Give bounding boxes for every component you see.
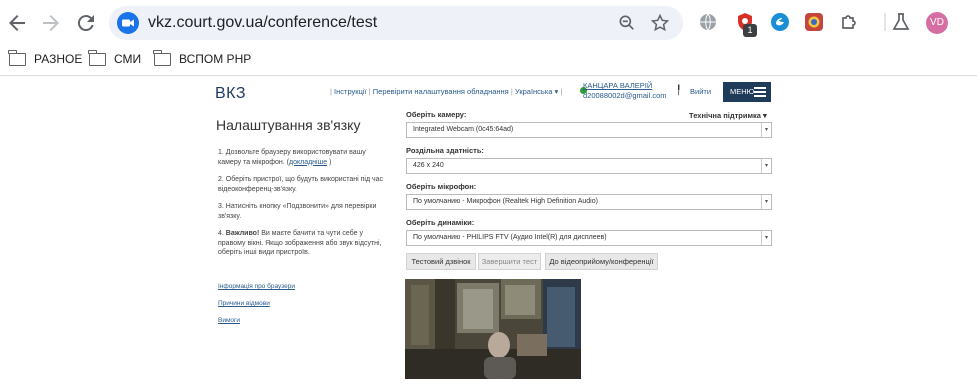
dropdown-caret-icon: ▾ <box>552 87 559 96</box>
lab-flask-icon[interactable] <box>891 12 911 32</box>
browser-info-link[interactable]: Інформація про браузери <box>218 283 295 290</box>
url-text[interactable]: vkz.court.gov.ua/conference/test <box>148 14 377 32</box>
globe-extension-icon[interactable] <box>698 12 718 32</box>
list-item: 3. Натисніть кнопку «Подзвонити» для пер… <box>218 203 377 220</box>
puzzle-extensions-icon[interactable] <box>839 12 859 32</box>
microphone-label: Оберіть мікрофон: <box>406 182 477 191</box>
menu-button[interactable]: МЕНЮ <box>723 82 771 102</box>
folder-icon <box>153 49 171 66</box>
chevron-down-icon: ▾ <box>761 123 771 137</box>
back-arrow-icon[interactable] <box>5 11 29 35</box>
logout-link[interactable]: Вийти <box>690 87 711 96</box>
bookmarks-bar: РАЗНОЕ СМИ ВСПОМ PHP <box>0 46 977 76</box>
chevron-down-icon: ▾ <box>761 195 771 209</box>
resolution-select[interactable]: 426 x 240 ▾ <box>406 158 772 174</box>
screen-recorder-icon[interactable] <box>804 12 824 32</box>
blue-extension-icon[interactable] <box>770 12 790 32</box>
refusal-reasons-link[interactable]: Причини відмови <box>218 300 270 307</box>
webcam-preview <box>405 279 581 379</box>
speakers-label: Оберіть динаміки: <box>406 218 475 227</box>
details-link[interactable]: докладніше <box>289 159 327 166</box>
bookmark-label: ВСПОМ PHP <box>179 52 252 66</box>
instruction-list: 1. Дозвольте браузеру використовувати ва… <box>218 148 388 266</box>
address-bar[interactable]: vkz.court.gov.ua/conference/test <box>109 6 683 40</box>
top-nav: | Інструкції | Перевірити налаштування о… <box>330 87 563 96</box>
list-item: 4. Важливо! Ви маєте бачити та чути себе… <box>218 230 382 256</box>
page-title: Налаштування зв'язку <box>216 117 361 133</box>
site-logo[interactable]: ВКЗ <box>215 85 246 103</box>
bookmark-folder[interactable]: ВСПОМ PHP <box>153 49 252 66</box>
go-to-conference-button[interactable]: До відеоприйому/конференції <box>545 253 658 270</box>
nav-language[interactable]: Українська <box>515 87 553 96</box>
extension-badge: 1 <box>743 24 757 37</box>
folder-icon <box>88 49 106 66</box>
user-email: d20088002d@gmail.com <box>583 91 667 100</box>
bookmark-label: РАЗНОЕ <box>34 52 83 66</box>
resolution-label: Роздільна здатність: <box>406 146 484 155</box>
folder-icon <box>8 49 26 66</box>
nav-instructions[interactable]: Інструкції <box>334 87 367 96</box>
bookmark-folder[interactable]: СМИ <box>88 49 142 66</box>
test-call-button[interactable]: Тестовий дзвінок <box>406 253 476 270</box>
bookmark-label: СМИ <box>114 52 142 66</box>
camera-select[interactable]: Integrated Webcam (0c45:64ad) ▾ <box>406 122 772 138</box>
user-info[interactable]: КАНЦАРА ВАЛЕРІЙ d20088002d@gmail.com <box>583 81 667 101</box>
nav-check-equipment[interactable]: Перевірити налаштування обладнання <box>373 87 509 96</box>
tech-support-dropdown[interactable]: Технічна підтримка ▾ <box>689 111 767 120</box>
list-item: 2. Оберіть пристрої, що будуть використа… <box>218 176 384 193</box>
chevron-down-icon: ▾ <box>761 231 771 245</box>
profile-avatar[interactable]: VD <box>926 12 948 34</box>
hamburger-icon <box>754 87 766 97</box>
webcam-frame-image <box>405 279 581 379</box>
zoom-icon[interactable] <box>617 13 637 33</box>
requirements-link[interactable]: Вимоги <box>218 317 240 324</box>
list-item: 1. Дозвольте браузеру використовувати ва… <box>218 149 366 166</box>
key-icon[interactable]: ╿ <box>676 85 681 96</box>
bookmark-folder[interactable]: РАЗНОЕ <box>8 49 83 66</box>
end-test-button[interactable]: Завершити тест <box>478 253 541 270</box>
menu-label: МЕНЮ <box>730 87 755 96</box>
reload-icon[interactable] <box>74 11 98 35</box>
microphone-select[interactable]: По умолчанию - Микрофон (Realtek High De… <box>406 194 772 210</box>
video-camera-icon[interactable] <box>117 12 139 34</box>
chevron-down-icon: ▾ <box>761 159 771 173</box>
user-name: КАНЦАРА ВАЛЕРІЙ <box>583 81 653 90</box>
web-page: ВКЗ | Інструкції | Перевірити налаштуван… <box>0 77 977 386</box>
browser-toolbar: vkz.court.gov.ua/conference/test 1 VD <box>0 0 977 46</box>
camera-label: Оберіть камеру: <box>406 110 467 119</box>
speakers-select[interactable]: По умолчанию - PHILIPS FTV (Аудио Intel(… <box>406 230 772 246</box>
bookmark-star-icon[interactable] <box>650 13 670 33</box>
forward-arrow-icon[interactable] <box>39 11 63 35</box>
